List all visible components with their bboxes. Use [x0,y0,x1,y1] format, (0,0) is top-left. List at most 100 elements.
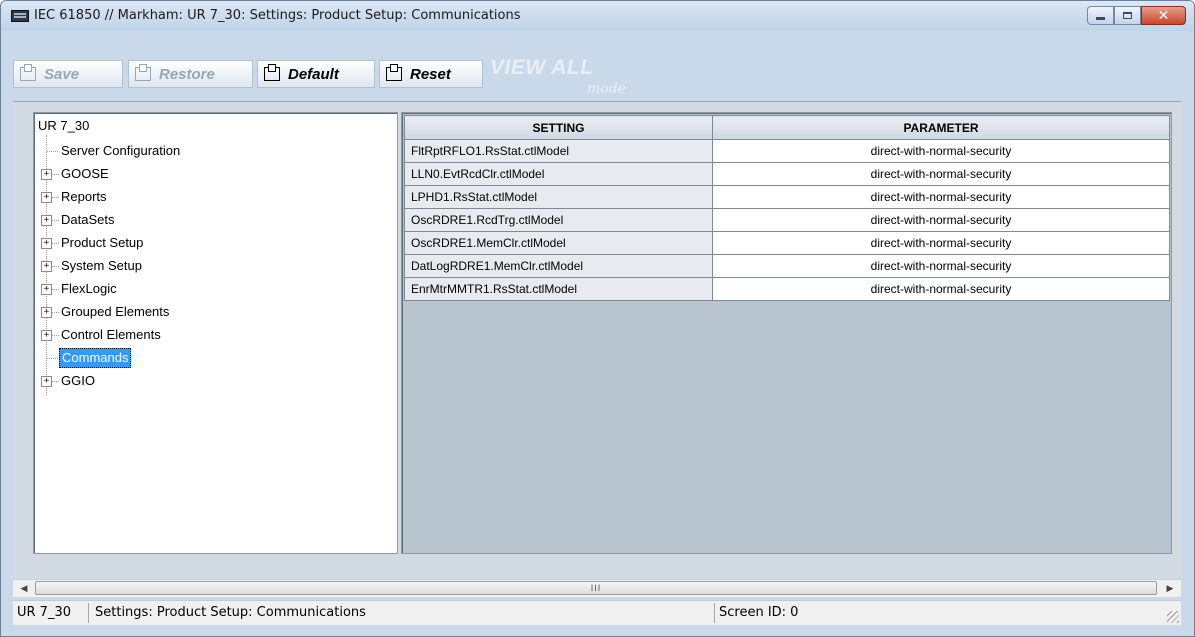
tree-root[interactable]: UR 7_30 [38,118,89,133]
close-button[interactable]: ✕ [1141,6,1186,25]
parameter-value-cell[interactable]: direct-with-normal-security [712,254,1170,278]
parameter-value-cell[interactable]: direct-with-normal-security [712,185,1170,209]
expand-icon[interactable]: + [41,376,52,387]
tree-connector [52,197,59,198]
tree-connector [52,266,59,267]
scroll-right-icon[interactable]: ▶ [1163,582,1177,594]
restore-icon [135,64,151,81]
view-all-mode-indicator[interactable]: VIEW ALL mode [490,56,660,100]
window-title: IEC 61850 // Markham: UR 7_30: Settings:… [34,8,521,23]
parameter-value-cell[interactable]: direct-with-normal-security [712,208,1170,232]
tree-item[interactable]: + Grouped Elements [34,301,374,323]
tree-connector [52,381,59,382]
tree-item[interactable]: + Product Setup [34,232,374,254]
tree-item[interactable]: Server Configuration [34,140,374,162]
tree-item[interactable]: + Reports [34,186,374,208]
tree-connector [47,151,58,152]
tree-item-label: System Setup [61,258,142,273]
tree-item-label: Grouped Elements [61,304,170,319]
status-path: Settings: Product Setup: Communications [89,603,715,623]
tree-item-label: Product Setup [61,235,144,250]
tree-item[interactable]: Commands [34,347,374,369]
tree-connector [52,174,59,175]
setting-name-cell: LPHD1.RsStat.ctlModel [404,185,713,209]
app-icon [11,10,29,22]
tree-item-label: FlexLogic [61,281,117,296]
tree-item-label: DataSets [61,212,115,227]
setting-name-cell: OscRDRE1.RcdTrg.ctlModel [404,208,713,232]
tree-item[interactable]: + GOOSE [34,163,374,185]
table-row[interactable]: FltRptRFLO1.RsStat.ctlModel direct-with-n… [404,139,1170,163]
maximize-icon [1123,12,1132,19]
column-header-parameter[interactable]: PARAMETER [712,115,1170,140]
setting-name-cell: FltRptRFLO1.RsStat.ctlModel [404,139,713,163]
status-bar: UR 7_30 Settings: Product Setup: Communi… [13,600,1181,625]
close-icon: ✕ [1157,7,1170,24]
scrollbar-thumb[interactable]: III [35,581,1157,595]
tree-connector [52,243,59,244]
table-row[interactable]: EnrMtrMMTR1.RsStat.ctlModel direct-with-n… [404,277,1170,301]
tree-item[interactable]: + Control Elements [34,324,374,346]
settings-tree[interactable]: UR 7_30 Server Configuration + GOOSE + Repor… [33,112,398,554]
reset-label: Reset [410,65,451,83]
expand-icon[interactable]: + [41,238,52,249]
settings-grid-panel: SETTING PARAMETER FltRptRFLO1.RsStat.ctl… [401,112,1172,554]
expand-icon[interactable]: + [41,261,52,272]
view-all-mode-label: mode [587,81,626,97]
column-header-setting[interactable]: SETTING [404,115,713,140]
minimize-button[interactable] [1087,6,1114,25]
table-row[interactable]: LLN0.EvtRcdClr.ctlModel direct-with-norma… [404,162,1170,186]
expand-icon[interactable]: + [41,307,52,318]
save-button[interactable]: Save [13,60,123,88]
tree-item[interactable]: + FlexLogic [34,278,374,300]
tree-item-label: GGIO [61,373,95,388]
table-row[interactable]: LPHD1.RsStat.ctlModel direct-with-normal-… [404,185,1170,209]
default-icon [264,64,280,81]
title-bar[interactable]: IEC 61850 // Markham: UR 7_30: Settings:… [1,1,1194,31]
table-row[interactable]: DatLogRDRE1.MemClr.ctlModel direct-with-n… [404,254,1170,278]
table-row[interactable]: OscRDRE1.RcdTrg.ctlModel direct-with-norm… [404,208,1170,232]
tree-connector [52,220,59,221]
parameter-value-cell[interactable]: direct-with-normal-security [712,231,1170,255]
table-row[interactable]: OscRDRE1.MemClr.ctlModel direct-with-norm… [404,231,1170,255]
setting-name-cell: EnrMtrMMTR1.RsStat.ctlModel [404,277,713,301]
reset-icon [386,64,402,81]
horizontal-scrollbar[interactable]: ◀ III ▶ [13,579,1181,597]
restore-button[interactable]: Restore [128,60,253,88]
default-button[interactable]: Default [257,60,375,88]
view-all-label: VIEW ALL [490,56,594,79]
default-label: Default [288,65,339,83]
setting-name-cell: DatLogRDRE1.MemClr.ctlModel [404,254,713,278]
tree-item-label: GOOSE [61,166,109,181]
tree-connector [52,312,59,313]
tree-connector [47,358,58,359]
reset-button[interactable]: Reset [379,60,483,88]
parameter-value-cell[interactable]: direct-with-normal-security [712,139,1170,163]
tree-item-label: Commands [59,348,132,368]
expand-icon[interactable]: + [41,169,52,180]
tree-item[interactable]: + GGIO [34,370,374,392]
tree-item-label: Reports [61,189,107,204]
tree-item-label: Server Configuration [61,143,181,158]
setting-name-cell: LLN0.EvtRcdClr.ctlModel [404,162,713,186]
resize-grip-icon[interactable] [1167,611,1179,623]
restore-label: Restore [159,65,215,83]
status-screen-id: Screen ID: 0 [719,605,799,620]
maximize-button[interactable] [1114,6,1141,25]
expand-icon[interactable]: + [41,330,52,341]
tree-connector [52,335,59,336]
tree-item[interactable]: + System Setup [34,255,374,277]
settings-grid: SETTING PARAMETER FltRptRFLO1.RsStat.ctl… [404,115,1170,301]
parameter-value-cell[interactable]: direct-with-normal-security [712,277,1170,301]
expand-icon[interactable]: + [41,192,52,203]
expand-icon[interactable]: + [41,284,52,295]
parameter-value-cell[interactable]: direct-with-normal-security [712,162,1170,186]
status-device: UR 7_30 [13,603,89,623]
settings-window: IEC 61850 // Markham: UR 7_30: Settings:… [0,0,1195,637]
expand-icon[interactable]: + [41,215,52,226]
scroll-left-icon[interactable]: ◀ [17,582,31,594]
tree-item[interactable]: + DataSets [34,209,374,231]
minimize-icon [1096,17,1105,20]
save-icon [20,64,36,81]
save-label: Save [44,65,80,83]
